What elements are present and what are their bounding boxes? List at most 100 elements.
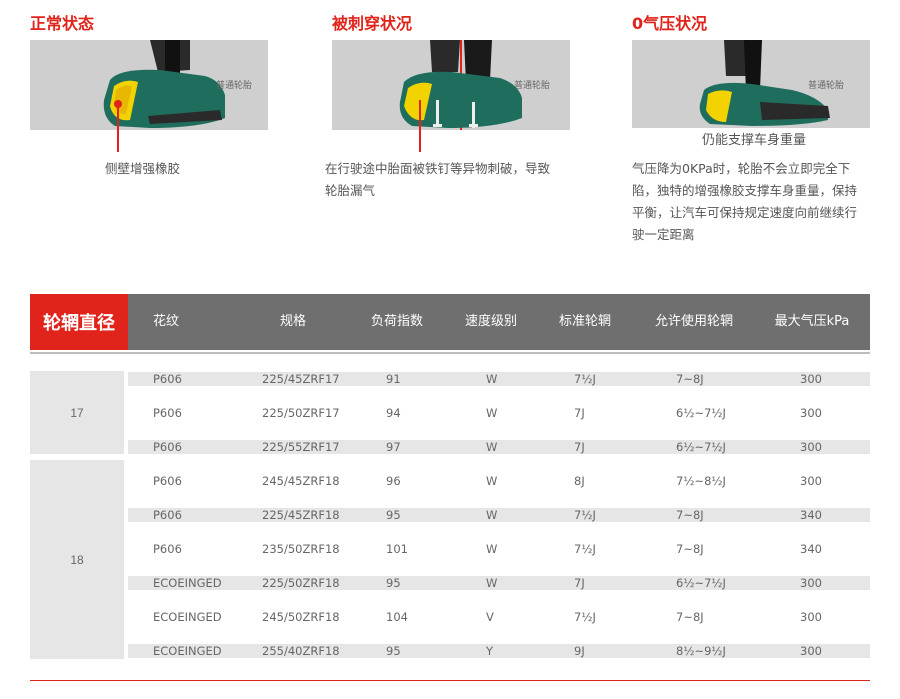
cell-standard-rim: 7J (574, 576, 585, 590)
tire-label: 普通轮胎 (808, 81, 845, 91)
table-row: ECOEINGED 255/40ZRF18 95 Y 9J 8½~9½J 300 (128, 644, 870, 658)
cell-standard-rim: 7½J (574, 542, 596, 556)
cell-size: 245/50ZRF18 (262, 610, 340, 624)
cell-load-index: 95 (386, 644, 401, 658)
cell-max-pressure: 300 (800, 440, 822, 454)
column-header-max-pressure: 最大气压kPa (774, 314, 850, 329)
table-row: P606 225/45ZRF18 95 W 7½J 7~8J 340 (128, 508, 870, 522)
cell-speed-rating: W (486, 372, 498, 386)
cell-pattern: P606 (153, 372, 182, 386)
tire-illustration-normal: 普通轮胎 (30, 40, 268, 130)
tire-illustration-punctured: 普通轮胎 (332, 40, 570, 130)
cell-speed-rating: Y (486, 644, 494, 658)
table-row: ECOEINGED 225/50ZRF18 95 W 7J 6½~7½J 300 (128, 576, 870, 590)
callout-line (419, 100, 421, 152)
cell-allowed-rim: 6½~7½J (676, 576, 726, 590)
cell-max-pressure: 300 (800, 372, 822, 386)
column-header-load-index: 负荷指数 (370, 314, 423, 329)
cell-pattern: P606 (153, 542, 182, 556)
cell-size: 225/50ZRF18 (262, 576, 340, 590)
panel-title-normal: 正常状态 (30, 14, 95, 33)
column-header-standard-rim: 标准轮辋 (558, 314, 611, 329)
cell-standard-rim: 8J (574, 474, 585, 488)
cell-speed-rating: W (486, 508, 498, 522)
column-header-speed-rating: 速度级别 (464, 314, 517, 329)
rim-diameter-cell: 18 (30, 460, 124, 659)
cell-pattern: ECOEINGED (153, 610, 222, 624)
table-row: P606 225/45ZRF17 91 W 7½J 7~8J 300 (128, 372, 870, 386)
cell-allowed-rim: 7~8J (676, 610, 704, 624)
table-header: 轮辋直径 花纹 规格 负荷指数 速度级别 标准轮辋 允许使用轮辋 最大气压kPa (30, 294, 870, 350)
cell-size: 235/50ZRF18 (262, 542, 340, 556)
cell-speed-rating: W (486, 576, 498, 590)
cell-standard-rim: 7J (574, 440, 585, 454)
cell-max-pressure: 300 (800, 576, 822, 590)
cell-size: 255/40ZRF18 (262, 644, 340, 658)
cell-pattern: P606 (153, 406, 182, 420)
cell-size: 225/45ZRF18 (262, 508, 340, 522)
cell-pattern: ECOEINGED (153, 576, 222, 590)
cell-allowed-rim: 7~8J (676, 508, 704, 522)
table-row: P606 235/50ZRF18 101 W 7½J 7~8J 340 (128, 542, 870, 556)
caption-normal: 侧壁增强橡胶 (105, 161, 181, 176)
cell-size: 225/50ZRF17 (262, 406, 340, 420)
rim-diameter-cell: 17 (30, 371, 124, 454)
cell-pattern: P606 (153, 440, 182, 454)
cell-max-pressure: 300 (800, 610, 822, 624)
cell-load-index: 95 (386, 508, 401, 522)
tire-label: 普通轮胎 (514, 81, 551, 91)
cell-load-index: 95 (386, 576, 401, 590)
cell-size: 225/55ZRF17 (262, 440, 340, 454)
tire-illustration-zero-pressure: 普通轮胎 (632, 40, 870, 128)
cell-standard-rim: 7½J (574, 372, 596, 386)
cell-standard-rim: 7½J (574, 508, 596, 522)
caption-punctured: 在行驶途中胎面被铁钉等异物刺破，导致轮胎漏气 (325, 161, 551, 198)
column-header-size: 规格 (279, 314, 306, 329)
cell-speed-rating: W (486, 474, 498, 488)
table-row: P606 225/55ZRF17 97 W 7J 6½~7½J 300 (128, 440, 870, 454)
cell-allowed-rim: 7~8J (676, 542, 704, 556)
cell-standard-rim: 7½J (574, 610, 596, 624)
cell-speed-rating: W (486, 406, 498, 420)
panel-title-punctured: 被刺穿状况 (332, 14, 413, 33)
cell-max-pressure: 340 (800, 508, 822, 522)
cell-load-index: 96 (386, 474, 401, 488)
cell-max-pressure: 300 (800, 474, 822, 488)
cell-pattern: P606 (153, 508, 182, 522)
cell-load-index: 94 (386, 406, 401, 420)
cell-allowed-rim: 7~8J (676, 372, 704, 386)
cell-standard-rim: 9J (574, 644, 585, 658)
cell-load-index: 91 (386, 372, 401, 386)
header-divider (30, 352, 870, 354)
callout-line (117, 100, 119, 152)
column-header-pattern: 花纹 (152, 314, 179, 329)
tire-label: 普通轮胎 (216, 81, 253, 91)
footer-divider (30, 680, 870, 681)
cell-allowed-rim: 8½~9½J (676, 644, 726, 658)
cell-speed-rating: V (486, 610, 494, 624)
table-row: ECOEINGED 245/50ZRF18 104 V 7½J 7~8J 300 (128, 610, 870, 624)
cell-allowed-rim: 6½~7½J (676, 406, 726, 420)
caption-zero-pressure: 气压降为0KPa时，轮胎不会立即完全下陷，独特的增强橡胶支撑车身重量，保持平衡，… (632, 161, 858, 242)
cell-max-pressure: 300 (800, 644, 822, 658)
cell-load-index: 104 (386, 610, 408, 624)
cell-max-pressure: 300 (800, 406, 822, 420)
cell-speed-rating: W (486, 440, 498, 454)
table-row: P606 225/50ZRF17 94 W 7J 6½~7½J 300 (128, 406, 870, 420)
cell-allowed-rim: 6½~7½J (676, 440, 726, 454)
column-header-rim-diameter: 轮辋直径 (30, 294, 128, 350)
cell-size: 245/45ZRF18 (262, 474, 340, 488)
cell-pattern: ECOEINGED (153, 644, 222, 658)
cell-max-pressure: 340 (800, 542, 822, 556)
cell-speed-rating: W (486, 542, 498, 556)
table-row: P606 245/45ZRF18 96 W 8J 7½~8½J 300 (128, 474, 870, 488)
cell-load-index: 101 (386, 542, 408, 556)
cell-allowed-rim: 7½~8½J (676, 474, 726, 488)
subcaption-zero-pressure: 仍能支撑车身重量 (702, 133, 807, 148)
cell-standard-rim: 7J (574, 406, 585, 420)
cell-size: 225/45ZRF17 (262, 372, 340, 386)
panel-title-zero-pressure: 0气压状况 (632, 14, 708, 33)
cell-load-index: 97 (386, 440, 401, 454)
cell-pattern: P606 (153, 474, 182, 488)
column-header-allowed-rim: 允许使用轮辋 (654, 314, 733, 329)
